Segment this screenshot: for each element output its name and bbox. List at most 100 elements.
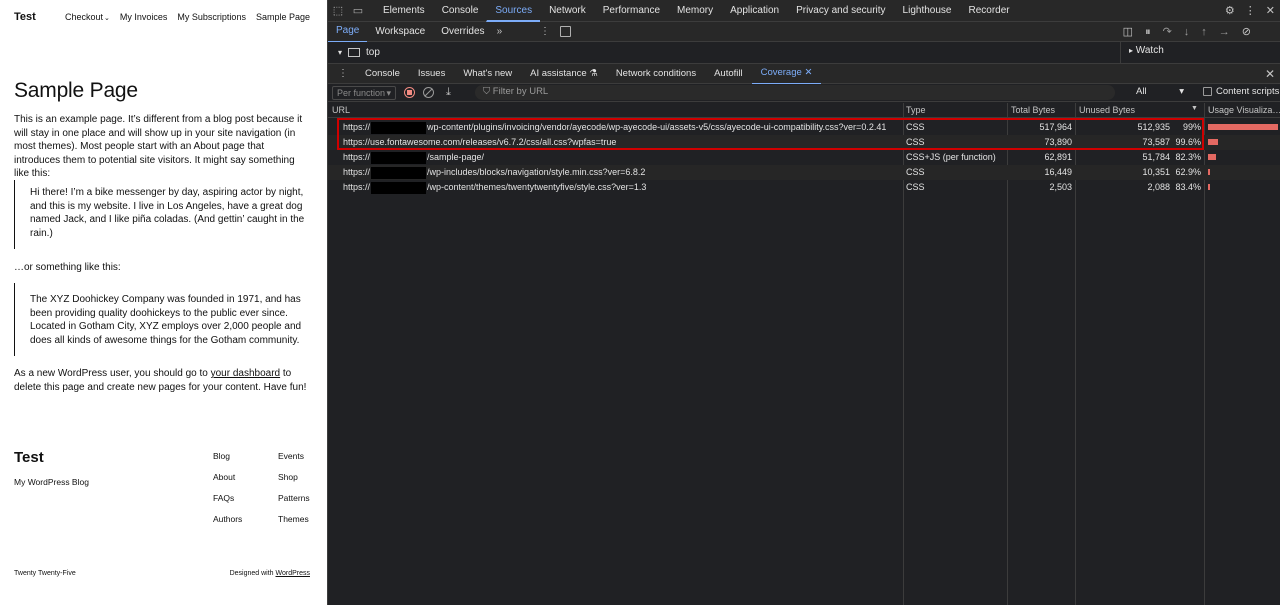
footer-credit: Designed with WordPress [230,570,310,577]
footer-theme-name: Twenty Twenty-Five [14,570,76,577]
url-suffix: /wp-content/themes/twentytwentyfive/styl… [427,182,647,192]
table-row[interactable]: https:// /wp-content/themes/twentytwentyf… [328,180,1280,195]
tab-network[interactable]: Network [540,0,594,22]
drawer-tab-network-conditions[interactable]: Network conditions [607,64,705,84]
devtools-main-toolbar: ⬚ ▭ Elements Console Sources Network Per… [328,0,1280,22]
inspect-element-icon[interactable]: ⬚ [328,4,348,17]
export-download-icon[interactable]: ⤓ [446,86,451,99]
url-cell: https://use.fontawesome.com/releases/v6.… [343,137,903,147]
footer-tagline: My WordPress Blog [14,477,89,487]
url-cell: https:// wp-content/plugins/invoicing/ven… [343,122,903,135]
usage-bar [1208,154,1217,160]
tab-lighthouse[interactable]: Lighthouse [894,0,960,22]
pause-icon[interactable]: ⏸ [1145,22,1151,42]
content-scripts-checkbox[interactable]: Content scripts [1203,86,1279,97]
column-usage-visualization[interactable]: Usage Visualiza… [1208,105,1280,115]
tab-overrides[interactable]: Overrides [433,22,492,42]
url-prefix: https:// [343,122,371,132]
footer-link-patterns[interactable]: Patterns [278,493,318,503]
tab-performance[interactable]: Performance [594,0,668,22]
device-toolbar-icon[interactable]: ▭ [348,4,368,17]
wordpress-link[interactable]: WordPress [276,570,311,577]
step-icon[interactable]: → [1219,22,1230,42]
debugger-controls: ◫ ⏸ ↷ ↓ ↑ → ⊘ [1123,22,1251,42]
redacted-domain-block [371,152,427,164]
footer-link-blog[interactable]: Blog [213,451,278,461]
unused-bytes-cell: 10,351 [1142,167,1170,177]
footer-link-themes[interactable]: Themes [278,514,318,524]
close-tab-icon[interactable]: ✕ [804,67,812,78]
page-title: Sample Page [14,79,138,102]
footer-link-authors[interactable]: Authors [213,514,278,524]
tab-workspace[interactable]: Workspace [367,22,433,42]
tab-page[interactable]: Page [328,21,368,43]
drawer-tab-console[interactable]: Console [356,64,409,84]
main-tab-strip: Elements Console Sources Network Perform… [374,0,1018,22]
url-prefix: https:// [343,167,371,177]
footer-site-title[interactable]: Test [14,449,44,466]
table-row[interactable]: https://use.fontawesome.com/releases/v6.… [328,135,1280,150]
ai-assistance-label: AI assistance [530,67,587,79]
coverage-mode-select[interactable]: Per function ▾ [332,85,396,100]
close-drawer-icon[interactable]: ✕ [1265,64,1275,84]
frame-tree-item[interactable]: ▾ top [338,47,380,58]
footer-link-events[interactable]: Events [278,451,318,461]
drawer-menu-icon[interactable]: ⋮ [328,68,356,79]
type-filter-select[interactable]: All ▾ [1128,85,1188,100]
table-row[interactable]: https:// /wp-includes/blocks/navigation/s… [328,165,1280,180]
step-out-icon[interactable]: ↑ [1201,22,1207,42]
close-devtools-icon[interactable]: ✕ [1266,0,1275,22]
step-over-icon[interactable]: ↷ [1163,22,1172,42]
more-tabs-chevron-icon[interactable]: » [493,26,507,37]
unused-bytes-cell: 73,587 [1142,137,1170,147]
footer-link-shop[interactable]: Shop [278,472,318,482]
toggle-sidebar-icon[interactable] [560,26,571,37]
column-url[interactable]: URL [332,105,350,115]
nav-item-sample-page[interactable]: Sample Page [256,12,310,22]
drawer-tab-ai-assistance[interactable]: AI assistance ⚗ [521,64,607,84]
clear-all-icon[interactable] [423,87,434,98]
type-cell: CSS [906,137,925,147]
nav-item-checkout[interactable]: Checkout⌄ [65,12,110,22]
more-options-icon[interactable]: ⋮ [1245,0,1256,22]
tab-elements[interactable]: Elements [374,0,433,22]
table-row[interactable]: https:// /sample-page/CSS+JS (per functio… [328,150,1280,165]
stop-recording-icon[interactable] [404,87,415,98]
column-type[interactable]: Type [906,105,926,115]
watch-label: Watch [1135,45,1164,56]
quote-text: Hi there! I’m a bike messenger by day, a… [30,187,305,239]
url-suffix: /wp-includes/blocks/navigation/style.min… [427,167,646,177]
step-into-icon[interactable]: ↓ [1184,22,1190,42]
expand-triangle-icon: ▾ [338,48,343,57]
footer-link-about[interactable]: About [213,472,278,482]
tab-privacy-security[interactable]: Privacy and security [787,0,893,22]
drawer-tab-autofill[interactable]: Autofill [705,64,752,84]
drawer-tab-coverage[interactable]: Coverage ✕ [751,63,822,85]
tab-application[interactable]: Application [721,0,787,22]
site-title[interactable]: Test [14,11,36,23]
column-total-bytes[interactable]: Total Bytes [1011,105,1055,115]
nav-item-my-invoices[interactable]: My Invoices [120,12,168,22]
chevron-down-icon: ▾ [386,87,391,98]
deactivate-breakpoints-icon[interactable]: ⊘ [1242,22,1251,42]
credit-text: Designed with [229,570,276,577]
settings-gear-icon[interactable]: ⚙ [1225,0,1235,22]
dashboard-link[interactable]: your dashboard [211,368,281,379]
tab-sources[interactable]: Sources [486,0,541,22]
url-filter-input[interactable]: ⛉ Filter by URL [475,85,1115,100]
unused-percent-cell: 83.4% [1175,182,1201,192]
column-unused-bytes[interactable]: Unused Bytes [1079,105,1135,115]
footer-links: Blog Events About Shop FAQs Patterns Aut… [213,451,313,524]
footer-link-faqs[interactable]: FAQs [213,493,278,503]
watch-section[interactable]: ▸ Watch [1120,42,1280,64]
drawer-tab-issues[interactable]: Issues [409,64,454,84]
nav-item-my-subscriptions[interactable]: My Subscriptions [177,12,246,22]
toggle-debugger-sidebar-icon[interactable]: ◫ [1123,22,1133,42]
intro-paragraph: This is an example page. It’s different … [14,114,303,179]
tab-memory[interactable]: Memory [668,0,721,22]
table-row[interactable]: https:// wp-content/plugins/invoicing/ven… [328,120,1280,135]
tab-recorder[interactable]: Recorder [959,0,1017,22]
drawer-tab-whats-new[interactable]: What's new [454,64,521,84]
navigator-menu-icon[interactable]: ⋮ [540,22,550,42]
tab-console[interactable]: Console [433,0,487,22]
